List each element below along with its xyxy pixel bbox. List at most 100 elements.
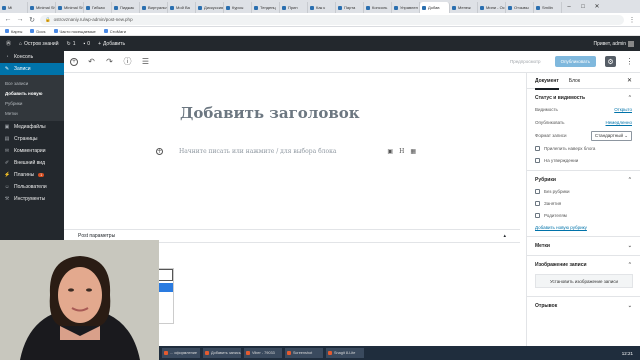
list-view-icon[interactable]: ☰ — [141, 57, 150, 66]
browser-tab[interactable]: Smilin — [534, 2, 562, 13]
categories-title: Рубрики — [535, 177, 556, 183]
browser-tab[interactable]: Прин — [280, 2, 308, 13]
post-format-select[interactable]: Стандартный ⌄ — [590, 130, 632, 141]
sidebar-item[interactable]: ⚡ Плагины 1 — [0, 169, 64, 181]
featured-image-header[interactable]: Изображение записи ⌃ — [535, 260, 632, 270]
excerpt-section-header[interactable]: Отрывок ⌄ — [535, 301, 632, 311]
inline-add-block-icon[interactable]: + — [156, 148, 163, 155]
add-block-icon[interactable]: + — [70, 57, 78, 66]
bookmark-item[interactable]: Docs — [30, 29, 46, 34]
image-block-icon[interactable]: ▣ — [387, 148, 393, 155]
undo-icon[interactable]: ↶ — [87, 57, 96, 66]
browser-tab[interactable]: Курсы — [224, 2, 252, 13]
category-checkbox[interactable] — [535, 212, 540, 218]
browser-tab[interactable]: Парта — [336, 2, 364, 13]
reload-icon[interactable]: ↻ — [28, 16, 36, 24]
sidebar-item[interactable]: ⚒ Инструменты — [0, 193, 64, 205]
bookmark-item[interactable]: СтоМаги — [103, 29, 126, 34]
sidebar-item[interactable]: ▣ Медиафайлы — [0, 121, 64, 133]
set-featured-image-button[interactable]: Установить изображение записи — [535, 274, 633, 288]
maximize-icon[interactable]: □ — [576, 0, 590, 13]
category-checkbox[interactable] — [535, 200, 540, 206]
browser-tab[interactable]: Управлен — [392, 2, 420, 13]
wp-logo-icon[interactable]: Ⓦ — [6, 40, 11, 47]
add-new-link[interactable]: + Добавить — [98, 41, 125, 47]
browser-tab[interactable]: Minimal Sh — [56, 2, 84, 13]
pending-checkbox[interactable] — [535, 157, 540, 163]
taskbar-item[interactable]: Добавить запись — [203, 348, 241, 358]
url-field[interactable]: 🔒 ostrovznaniy.ru/wp-admin/post-new.php — [40, 14, 624, 25]
taskbar-item[interactable]: ... оформление — [162, 348, 200, 358]
favicon-icon — [142, 5, 146, 10]
favicon-icon — [422, 5, 426, 10]
status-section-header[interactable]: Статус и видимость ⌃ — [535, 93, 632, 103]
menu-icon[interactable]: ⋮ — [628, 16, 636, 24]
preview-button[interactable]: Предпросмотр — [505, 56, 546, 67]
heading-block-icon[interactable]: H — [399, 148, 404, 155]
settings-gear-icon[interactable]: ⚙ — [605, 56, 616, 67]
updates-link[interactable]: ▪ 0 — [84, 41, 91, 47]
browser-tab[interactable]: Как к — [308, 2, 336, 13]
taskbar-item[interactable]: Screenshot — [285, 348, 323, 358]
close-window-icon[interactable]: ✕ — [590, 0, 604, 13]
sidebar-item[interactable]: ✎ Записи — [0, 63, 64, 75]
browser-tab[interactable]: Mi — [0, 2, 28, 13]
user-greeting[interactable]: Привет, admin — [593, 40, 634, 47]
forward-icon[interactable]: → — [16, 16, 24, 23]
taskbar-item[interactable]: Snagit 8-Lite — [326, 348, 364, 358]
taskbar-item[interactable]: Viber - 79033 — [244, 348, 282, 358]
browser-tab[interactable]: Minimal Sh — [28, 2, 56, 13]
post-title-input[interactable]: Добавить заголовок — [180, 104, 360, 122]
visibility-link[interactable]: Открыто — [614, 107, 632, 112]
sidebar-item[interactable]: ✐ Внешний вид — [0, 157, 64, 169]
sidebar-item-label: Плагины — [14, 172, 35, 178]
submenu-item[interactable]: Добавить новую — [0, 88, 64, 98]
tab-label: Добав — [428, 5, 440, 10]
close-icon[interactable]: ✕ — [627, 77, 632, 84]
browser-tab[interactable]: Менеж — [450, 2, 478, 13]
browser-tab[interactable]: Консоль — [364, 2, 392, 13]
block-placeholder[interactable]: Начните писать или нажмите / для выбора … — [179, 148, 336, 155]
browser-tab[interactable]: Добав — [420, 2, 450, 13]
more-options-icon[interactable]: ⋮ — [625, 57, 634, 66]
browser-tab[interactable]: Гибкая — [84, 2, 112, 13]
minimize-icon[interactable]: – — [562, 0, 576, 13]
site-link[interactable]: ⌂ Остров знаний — [19, 41, 59, 47]
stick-checkbox[interactable] — [535, 145, 540, 151]
tab-label: Менеж — [458, 5, 471, 10]
collapse-icon[interactable]: ▴ — [503, 233, 506, 239]
browser-tab[interactable]: Дискуссия — [196, 2, 224, 13]
sidebar-item[interactable]: ▤ Страницы — [0, 133, 64, 145]
tags-section-header[interactable]: Метки ⌄ — [535, 241, 632, 251]
back-icon[interactable]: ← — [4, 16, 12, 23]
categories-section-header[interactable]: Рубрики ⌃ — [535, 175, 632, 185]
publish-date-link[interactable]: Немедленно — [606, 120, 632, 125]
browser-tab[interactable]: Пиджак — [112, 2, 140, 13]
submenu-item[interactable]: Рубрики — [0, 98, 64, 108]
tab-document[interactable]: Документ — [535, 78, 559, 90]
browser-tab[interactable]: Мой Ва — [168, 2, 196, 13]
submenu-item[interactable]: Все записи — [0, 78, 64, 88]
tab-block[interactable]: Блок — [569, 78, 580, 84]
browser-tab[interactable]: Тенденц — [252, 2, 280, 13]
sidebar-item[interactable]: ✉ Комментарии — [0, 145, 64, 157]
bookmark-item[interactable]: Часто посещаемые — [53, 29, 96, 34]
comments-link[interactable]: ↻ 1 — [67, 41, 76, 47]
tab-label: Виртуальн — [148, 5, 168, 10]
sidebar-item[interactable]: ◔ Консоль — [0, 51, 64, 63]
format-label: Формат записи — [535, 133, 567, 138]
default-block[interactable]: + Начните писать или нажмите / для выбор… — [156, 148, 416, 155]
sidebar-item-label: Инструменты — [14, 196, 46, 202]
browser-tab[interactable]: Мини - Ос — [478, 2, 506, 13]
browser-tab[interactable]: Отзывы — [506, 2, 534, 13]
submenu-item[interactable]: Метки — [0, 108, 64, 118]
redo-icon[interactable]: ↷ — [105, 57, 114, 66]
add-category-link[interactable]: Добавить новую рубрику — [535, 221, 632, 232]
category-checkbox[interactable] — [535, 188, 540, 194]
gallery-block-icon[interactable]: ▦ — [410, 148, 416, 155]
info-icon[interactable]: ⓘ — [123, 56, 132, 67]
publish-button[interactable]: Опубликовать — [554, 56, 596, 67]
browser-tab[interactable]: Виртуальн — [140, 2, 168, 13]
bookmark-item[interactable]: Карты — [5, 29, 22, 34]
sidebar-item[interactable]: ☺ Пользователи — [0, 181, 64, 193]
